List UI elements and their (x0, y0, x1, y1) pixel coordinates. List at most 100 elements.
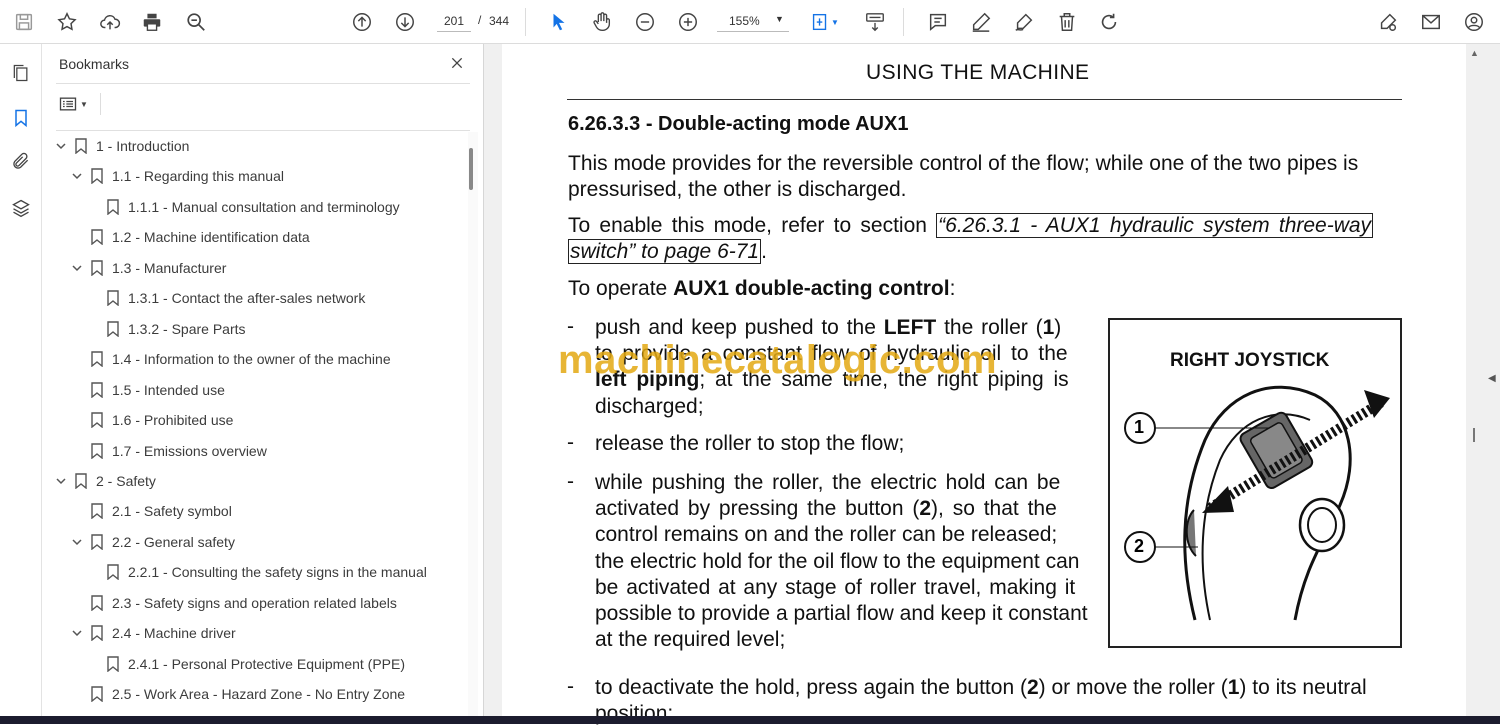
list-item-4-text: ) to its neutral (1239, 676, 1367, 699)
comment-icon[interactable] (922, 6, 954, 38)
account-icon[interactable] (1458, 6, 1490, 38)
list-item-1-ref: 1 (1042, 316, 1055, 339)
previous-page-icon[interactable] (346, 6, 378, 38)
bookmark-label: 1.1 - Regarding this manual (112, 168, 284, 185)
zoom-in-icon[interactable] (672, 6, 704, 38)
bookmark-icon (90, 503, 104, 520)
bookmark-item[interactable]: 1.5 - Intended use (42, 376, 468, 404)
joystick-illustration (1124, 385, 1390, 621)
bookmark-icon (106, 320, 120, 337)
callout-2: 2 (1134, 536, 1145, 556)
hand-tool-icon[interactable] (586, 6, 618, 38)
bookmark-item[interactable]: 1.1.1 - Manual consultation and terminol… (42, 193, 468, 221)
bookmark-label: 1.3 - Manufacturer (112, 259, 227, 276)
zoom-search-icon[interactable] (180, 6, 212, 38)
bookmark-item[interactable]: 1.6 - Prohibited use (42, 406, 468, 434)
bookmark-item[interactable]: 2.4 - Machine driver (42, 619, 468, 647)
bookmark-item[interactable]: 1.3 - Manufacturer (42, 254, 468, 282)
cloud-upload-icon[interactable] (94, 6, 126, 38)
joystick-figure: RIGHT JOYSTICK 1 2 (1108, 318, 1402, 648)
chevron-down-icon[interactable] (70, 261, 84, 275)
bookmark-label: 1.3.1 - Contact the after-sales network (128, 290, 366, 307)
bookmark-options-button[interactable]: ▼ (58, 93, 94, 115)
bookmark-item[interactable]: 1.3.2 - Spare Parts (42, 315, 468, 343)
star-icon[interactable] (51, 6, 83, 38)
page-thumbnails-icon[interactable] (8, 60, 34, 86)
document-scrollbar[interactable] (1466, 44, 1482, 716)
panel-scrollbar[interactable] (468, 132, 478, 717)
bookmark-item[interactable]: 2.5 - Work Area - Hazard Zone - No Entry… (42, 680, 468, 708)
bookmark-label: 1.3.2 - Spare Parts (128, 320, 246, 337)
paragraph-3-prefix: To operate (568, 277, 674, 300)
bookmark-item[interactable]: 2 - Safety (42, 467, 468, 495)
scroll-up-arrow[interactable]: ▲ (1470, 48, 1479, 58)
bookmark-list: 1 - Introduction 1.1 - Regarding this man… (42, 131, 468, 724)
chevron-down-icon[interactable] (54, 139, 68, 153)
chevron-down-icon[interactable] (70, 626, 84, 640)
list-item-4-ref: 2 (1026, 676, 1039, 699)
bookmark-item[interactable]: 1.1 - Regarding this manual (42, 162, 468, 190)
select-cursor-icon[interactable] (543, 6, 575, 38)
highlight-pen-icon[interactable] (965, 6, 997, 38)
total-pages: 344 (489, 14, 510, 28)
zoom-select[interactable]: 155% ▼ (717, 10, 789, 32)
list-item-3-line-4: the electric hold for the oil flow to th… (595, 549, 1080, 573)
layers-icon[interactable] (8, 195, 34, 221)
bookmark-label: 1.5 - Intended use (112, 381, 225, 398)
navigation-rail (0, 44, 42, 724)
cross-reference-link[interactable]: “6.26.3.1 - AUX1 hydraulic system three-… (936, 213, 1374, 238)
divider (100, 93, 101, 115)
cross-reference-link-continued[interactable]: switch” to page 6-71 (568, 239, 762, 264)
bookmark-icon (90, 229, 104, 246)
page-separator: / (478, 13, 482, 27)
panel-title: Bookmarks (59, 56, 130, 72)
sign-document-icon[interactable] (1372, 6, 1404, 38)
bookmark-item[interactable]: 1.3.1 - Contact the after-sales network (42, 284, 468, 312)
bookmark-item[interactable]: 2.3 - Safety signs and operation related… (42, 589, 468, 617)
bookmark-item[interactable]: 2.2 - General safety (42, 528, 468, 556)
bookmark-item[interactable]: 1.7 - Emissions overview (42, 437, 468, 465)
redo-icon[interactable] (1093, 6, 1125, 38)
bookmarks-icon[interactable] (8, 105, 34, 131)
next-page-icon[interactable] (389, 6, 421, 38)
bookmark-item[interactable]: 1 - Introduction (42, 132, 468, 160)
mail-icon[interactable] (1415, 6, 1447, 38)
bookmark-item[interactable]: 2.2.1 - Consulting the safety signs in t… (42, 558, 468, 586)
panel-scrollbar-thumb[interactable] (469, 148, 473, 190)
bookmark-icon (90, 625, 104, 642)
sign-pen-icon[interactable] (1008, 6, 1040, 38)
list-item-3-text: ), so that the (931, 497, 1057, 521)
bookmark-label: 1.6 - Prohibited use (112, 412, 234, 429)
bookmark-icon (90, 351, 104, 368)
bookmark-label: 1.2 - Machine identification data (112, 229, 310, 246)
save-icon[interactable] (8, 6, 40, 38)
bookmark-label: 1 - Introduction (96, 138, 190, 154)
list-dash: - (567, 431, 574, 454)
paragraph-1: This mode provides for the reversible co… (568, 151, 1358, 203)
bookmark-label: 2.4 - Machine driver (112, 625, 236, 642)
section-title: 6.26.3.3 - Double-acting mode AUX1 (568, 113, 909, 135)
bookmark-item[interactable]: 1.4 - Information to the owner of the ma… (42, 345, 468, 373)
chevron-down-icon[interactable] (54, 474, 68, 488)
bookmark-item[interactable]: 1.2 - Machine identification data (42, 223, 468, 251)
page-number-input[interactable] (437, 10, 471, 32)
zoom-out-icon[interactable] (629, 6, 661, 38)
chevron-down-icon[interactable] (70, 169, 84, 183)
bookmark-icon (90, 381, 104, 398)
bookmark-item[interactable]: 2.4.1 - Personal Protective Equipment (P… (42, 650, 468, 678)
attachments-icon[interactable] (8, 148, 34, 174)
chevron-down-icon[interactable] (70, 535, 84, 549)
print-icon[interactable] (136, 6, 168, 38)
list-item-1-text: the roller ( (936, 316, 1043, 339)
close-icon[interactable] (446, 52, 468, 74)
bookmark-item[interactable]: 2.1 - Safety symbol (42, 497, 468, 525)
list-item-4-ref: 1 (1227, 676, 1240, 699)
scrolling-mode-icon[interactable] (859, 6, 891, 38)
chevron-down-icon[interactable]: ▼ (828, 6, 842, 38)
trash-icon[interactable] (1051, 6, 1083, 38)
divider (56, 83, 470, 84)
expand-right-panel-arrow[interactable]: ◀ (1488, 373, 1496, 384)
